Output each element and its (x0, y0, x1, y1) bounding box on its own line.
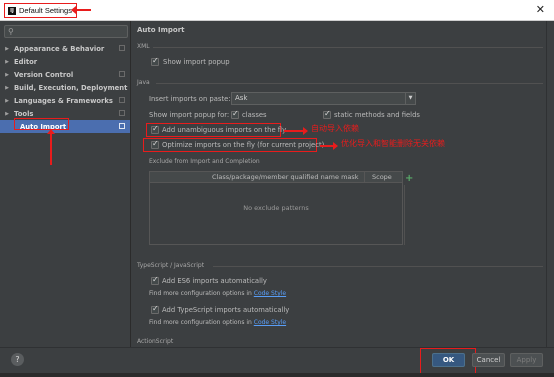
static-methods-label: static methods and fields (334, 111, 420, 119)
status-strip (0, 373, 554, 377)
optimize-annotation-arrow (320, 142, 338, 150)
insert-imports-select[interactable]: Ask ▼ (231, 92, 416, 105)
optimize-imports-label: Optimize imports on the fly (for current… (162, 141, 325, 149)
title-annotation-arrow (71, 6, 91, 14)
page-title: Auto Import (137, 26, 185, 34)
sidebar-item-label: Build, Execution, Deployment (14, 83, 128, 92)
project-settings-icon (119, 110, 125, 116)
show-import-popup-xml-checkbox[interactable] (151, 56, 159, 66)
project-settings-icon (119, 71, 125, 77)
exclude-table[interactable]: Class/package/member qualified name mask… (149, 171, 403, 245)
add-unambiguous-imports-label: Add unambiguous imports on the fly (162, 126, 287, 134)
expand-arrow-icon: ▶ (5, 97, 9, 104)
settings-sidebar: ⚲ ▶ Appearance & Behavior ▶ Editor ▶ Ver… (0, 21, 131, 347)
section-typescript: TypeScript / JavaScript (137, 262, 205, 269)
exclude-table-header: Class/package/member qualified name mask… (150, 172, 402, 183)
find-more-text: Find more configuration options in (149, 290, 252, 297)
sidebar-item-build[interactable]: ▶ Build, Execution, Deployment (0, 81, 130, 94)
search-box[interactable]: ⚲ (4, 25, 128, 38)
project-settings-icon (119, 97, 125, 103)
section-divider (153, 47, 543, 48)
add-pattern-button[interactable]: + (405, 174, 413, 184)
help-icon[interactable]: ? (11, 353, 24, 366)
sidebar-item-label: Version Control (14, 70, 74, 79)
unambiguous-annotation-note: 自动导入依赖 (311, 124, 359, 133)
sidebar-item-version-control[interactable]: ▶ Version Control (0, 68, 130, 81)
insert-imports-value: Ask (235, 94, 248, 102)
project-settings-icon (119, 45, 125, 51)
sidebar-item-label: Appearance & Behavior (14, 44, 105, 53)
settings-window: IJ Default Settings ✕ ⚲ ▶ Appearance & B… (0, 0, 554, 377)
section-xml: XML (137, 43, 150, 50)
section-divider (213, 266, 543, 267)
expand-arrow-icon: ▶ (5, 110, 9, 117)
search-icon: ⚲ (8, 27, 14, 36)
expand-arrow-icon: ▶ (5, 84, 9, 91)
add-es6-imports-label: Add ES6 imports automatically (162, 277, 267, 285)
sidebar-item-editor[interactable]: ▶ Editor (0, 55, 130, 68)
chevron-down-icon: ▼ (405, 93, 415, 104)
expand-arrow-icon: ▶ (5, 45, 9, 52)
close-icon[interactable]: ✕ (536, 3, 545, 17)
classes-checkbox[interactable] (231, 109, 239, 119)
dialog-footer: ? OK Cancel Apply (0, 347, 554, 377)
apply-button[interactable]: Apply (510, 353, 543, 367)
section-actionscript: ActionScript (137, 338, 174, 345)
auto-import-annotation-box (14, 118, 69, 130)
add-typescript-imports-checkbox[interactable] (151, 304, 159, 314)
title-bar: IJ Default Settings ✕ (0, 0, 554, 21)
ok-button[interactable]: OK (432, 353, 465, 367)
sidebar-item-label: Tools (14, 109, 34, 118)
optimize-annotation-note: 优化导入和智能删除无关依赖 (341, 139, 445, 148)
project-settings-icon (119, 123, 125, 129)
add-typescript-imports-label: Add TypeScript imports automatically (162, 306, 290, 314)
panel-scrollbar[interactable] (546, 21, 551, 347)
add-es6-imports-checkbox[interactable] (151, 275, 159, 285)
sidebar-item-label: Languages & Frameworks (14, 96, 113, 105)
insert-imports-label: Insert imports on paste: (149, 95, 231, 103)
auto-import-panel: Auto Import XML Show import popup Java I… (131, 21, 551, 347)
find-more-config-1: Find more configuration options in Code … (149, 290, 286, 297)
column-header-mask[interactable]: Class/package/member qualified name mask (212, 173, 359, 181)
sidebar-item-label: Editor (14, 57, 38, 66)
title-annotation-box: IJ Default Settings (4, 3, 77, 18)
code-style-link[interactable]: Code Style (254, 290, 286, 297)
static-methods-checkbox[interactable] (323, 109, 331, 119)
add-unambiguous-imports-checkbox[interactable] (151, 124, 159, 134)
expand-arrow-icon: ▶ (5, 58, 9, 65)
code-style-link[interactable]: Code Style (254, 319, 286, 326)
find-more-text: Find more configuration options in (149, 319, 252, 326)
show-popup-for-label: Show import popup for: (149, 111, 230, 119)
unambiguous-annotation-arrow (284, 127, 308, 135)
sidebar-item-languages[interactable]: ▶ Languages & Frameworks (0, 94, 130, 107)
expand-arrow-icon: ▶ (5, 71, 9, 78)
table-empty-text: No exclude patterns (243, 204, 309, 212)
classes-label: classes (242, 111, 267, 119)
column-header-scope[interactable]: Scope (372, 173, 392, 181)
intellij-app-icon: IJ (8, 6, 16, 15)
section-java: Java (137, 79, 150, 86)
column-separator (364, 172, 365, 183)
exclude-label: Exclude from Import and Completion (149, 158, 260, 165)
optimize-imports-checkbox[interactable] (151, 139, 159, 149)
table-side-strip (404, 185, 412, 245)
section-divider (156, 83, 543, 84)
window-title: Default Settings (19, 6, 72, 15)
show-import-popup-xml-label: Show import popup (163, 58, 230, 66)
search-input[interactable] (18, 27, 126, 37)
cancel-button[interactable]: Cancel (472, 353, 505, 367)
find-more-config-2: Find more configuration options in Code … (149, 319, 286, 326)
sidebar-item-appearance[interactable]: ▶ Appearance & Behavior (0, 42, 130, 55)
auto-import-annotation-arrow (47, 129, 55, 165)
